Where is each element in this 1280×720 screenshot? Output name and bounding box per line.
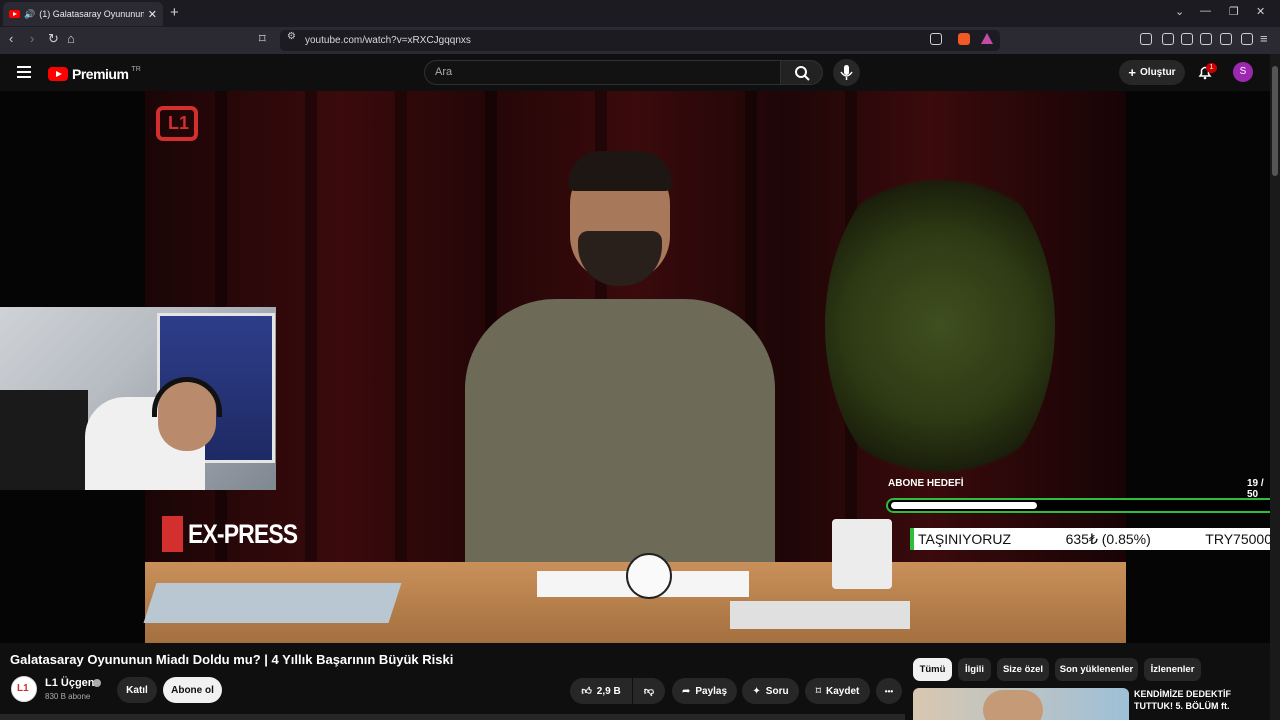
voice-search-button[interactable]	[833, 59, 860, 86]
microphone-icon	[840, 65, 853, 80]
share-arrow-icon: ➦	[681, 685, 691, 697]
channel-name[interactable]: L1 Üçgen	[45, 677, 95, 689]
description-box-edge	[0, 714, 905, 720]
filter-chip-all[interactable]: Tümü	[913, 658, 952, 681]
channel-avatar[interactable]	[11, 676, 37, 702]
region-code: TR	[131, 65, 141, 73]
join-button[interactable]: Katıl	[117, 677, 157, 703]
show-title-overlay: EX-PRESS	[162, 516, 317, 552]
filter-chip-related[interactable]: İlgili	[958, 658, 991, 681]
brave-shield-icon[interactable]	[958, 33, 970, 45]
account-avatar[interactable]: S	[1233, 62, 1253, 82]
donation-ticker: TAŞINIYORUZ 635₺ (0.85%) TRY75000	[910, 528, 1270, 550]
home-icon[interactable]: ⌂	[67, 31, 75, 46]
mug-image	[832, 519, 892, 589]
subscriber-goal-label: ABONE HEDEFİ	[888, 478, 964, 489]
subscriber-goal-count: 19 / 50	[1247, 478, 1264, 500]
tab-title: (1) Galatasaray Oyununun Mi...	[39, 9, 144, 19]
subscriber-goal-fill	[891, 502, 1037, 509]
verified-badge-icon	[93, 679, 101, 687]
search-input[interactable]: Ara	[424, 60, 781, 85]
vpn-icon[interactable]	[1241, 33, 1253, 45]
save-label: Kaydet	[826, 685, 860, 697]
create-label: Oluştur	[1140, 67, 1176, 78]
subscriber-count: 830 B abone	[45, 692, 91, 701]
sparkle-icon: ✦	[752, 685, 761, 697]
thumbs-up-icon: 👍︎	[581, 686, 592, 697]
video-title: Galatasaray Oyununun Miadı Doldu mu? | 4…	[10, 652, 454, 667]
extensions-icon[interactable]	[1140, 33, 1152, 45]
filter-chip-watched[interactable]: İzlenenler	[1144, 658, 1201, 681]
scrollbar-thumb[interactable]	[1272, 66, 1278, 176]
streamer-webcam-overlay	[0, 307, 276, 490]
tab-list-chevron-icon[interactable]: ⌄	[1175, 5, 1184, 18]
youtube-premium-logo[interactable]: Premium TR	[48, 66, 141, 82]
youtube-play-icon	[48, 67, 68, 81]
ticker-label: TAŞINIYORUZ	[918, 531, 1012, 547]
like-count: 2,9 B	[596, 685, 621, 697]
more-dots-icon: •••	[884, 686, 894, 696]
plus-icon: +	[1128, 65, 1137, 80]
magazine-image	[143, 583, 402, 623]
audio-playing-icon[interactable]: 🔊	[24, 9, 35, 20]
recommended-video-title[interactable]: KENDİMİZE DEDEKTİF TUTTUK! 5. BÖLÜM ft.	[1134, 688, 1264, 712]
browser-tab[interactable]: 🔊 (1) Galatasaray Oyununun Mi... ✕	[3, 2, 163, 26]
share-button[interactable]: ➦ Paylaş	[672, 678, 737, 704]
url-text: youtube.com/watch?v=xRXCJgqqnxs	[305, 35, 471, 46]
new-tab-button[interactable]: +	[170, 4, 179, 21]
restore-window-icon[interactable]: ❐	[1229, 5, 1239, 18]
sidebar-icon[interactable]	[1181, 33, 1193, 45]
logo-text: Premium	[72, 66, 129, 82]
recommended-video-thumbnail[interactable]	[913, 688, 1129, 720]
ticker-amount: 635₺ (0.85%)	[1065, 530, 1151, 547]
subscriber-goal-progress	[886, 498, 1270, 513]
minimize-window-icon[interactable]: —	[1200, 5, 1211, 17]
plant-image	[825, 156, 1055, 496]
subscribe-button[interactable]: Abone ol	[163, 677, 222, 703]
video-player[interactable]: L1 EX-PRESS ABONE HEDEFİ 19 / 50 TAŞINIY…	[0, 91, 1270, 643]
rewards-icon[interactable]	[981, 33, 993, 44]
presenter-image	[465, 299, 775, 574]
thumbs-down-icon: 👎︎	[643, 686, 655, 697]
search-icon	[795, 66, 810, 81]
browser-menu-icon[interactable]: ≡	[1260, 31, 1268, 46]
reload-icon[interactable]: ↻	[48, 31, 59, 47]
share-label: Paylaş	[695, 685, 728, 697]
leo-ai-icon[interactable]	[1220, 33, 1232, 45]
close-window-icon[interactable]: ✕	[1256, 5, 1265, 18]
more-actions-button[interactable]: •••	[876, 678, 902, 704]
bookmark-save-icon: ⌑	[815, 685, 822, 697]
bookmark-icon[interactable]: ⌑	[259, 31, 266, 47]
address-bar[interactable]: youtube.com/watch?v=xRXCJgqqnxs	[280, 30, 1000, 51]
search-button[interactable]	[780, 60, 823, 85]
dislike-button[interactable]: 👎︎	[633, 678, 665, 704]
back-icon[interactable]: ‹	[9, 31, 13, 46]
like-button[interactable]: 👍︎ 2,9 B	[570, 678, 632, 704]
filter-chip-for-you[interactable]: Size özel	[997, 658, 1049, 681]
ticker-target: TRY75000	[1205, 531, 1270, 547]
football-image	[626, 553, 672, 599]
wallet-icon[interactable]	[1200, 33, 1212, 45]
forward-icon[interactable]: ›	[30, 31, 34, 46]
channel-watermark-logo: L1	[156, 106, 198, 141]
ask-label: Soru	[765, 685, 789, 697]
media-icon[interactable]	[1162, 33, 1174, 45]
tab-close-icon[interactable]: ✕	[148, 8, 157, 21]
cast-icon[interactable]	[930, 33, 942, 45]
youtube-favicon-icon	[9, 10, 20, 18]
save-button[interactable]: ⌑ Kaydet	[805, 678, 870, 704]
menu-icon[interactable]	[17, 66, 31, 78]
site-info-icon[interactable]: ⚙	[287, 31, 296, 42]
create-button[interactable]: + Oluştur	[1119, 60, 1185, 85]
notification-count-badge: 1	[1206, 63, 1217, 73]
browser-tab-strip	[0, 0, 1280, 27]
show-title-text: EX-PRESS	[188, 518, 298, 549]
ask-button[interactable]: ✦ Soru	[742, 678, 799, 704]
filter-chip-recently-uploaded[interactable]: Son yüklenenler	[1055, 658, 1138, 681]
